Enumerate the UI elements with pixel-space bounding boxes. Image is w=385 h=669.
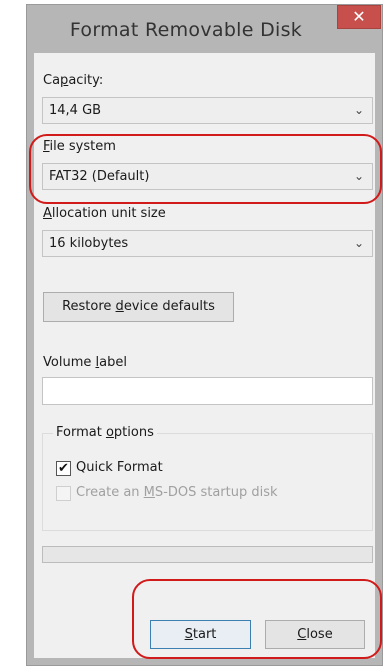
allocation-unit-value: 16 kilobytes: [49, 236, 129, 251]
capacity-dropdown[interactable]: 14,4 GB ⌄: [42, 97, 373, 124]
format-progress-bar: [42, 546, 373, 563]
close-icon[interactable]: ✕: [337, 5, 381, 29]
volume-label-input[interactable]: [42, 377, 373, 405]
capacity-value: 14,4 GB: [49, 103, 102, 118]
format-options-legend: Format options: [53, 425, 157, 440]
window-title: Format Removable Disk: [69, 19, 303, 41]
chevron-down-icon: ⌄: [353, 236, 364, 250]
action-buttons-highlight-annotation: [132, 579, 382, 659]
quick-format-label[interactable]: Quick Format: [76, 460, 163, 475]
file-system-highlight-annotation: [29, 134, 382, 204]
restore-device-defaults-button[interactable]: Restore device defaults: [43, 292, 234, 322]
volume-label-label: Volume label: [43, 355, 127, 370]
format-dialog-window: Format Removable Disk ✕ Capacity: 14,4 G…: [26, 4, 383, 666]
msdos-startup-label: Create an MS-DOS startup disk: [76, 485, 278, 500]
msdos-startup-checkbox: [56, 486, 71, 501]
capacity-label: Capacity:: [43, 73, 104, 88]
chevron-down-icon: ⌄: [353, 103, 364, 117]
title-bar[interactable]: Format Removable Disk ✕: [27, 5, 382, 53]
quick-format-checkbox[interactable]: ✔: [56, 461, 71, 476]
allocation-unit-label: Allocation unit size: [43, 206, 166, 221]
format-options-group: Format options ✔ Quick Format Create an …: [42, 425, 373, 531]
allocation-unit-dropdown[interactable]: 16 kilobytes ⌄: [42, 230, 373, 257]
